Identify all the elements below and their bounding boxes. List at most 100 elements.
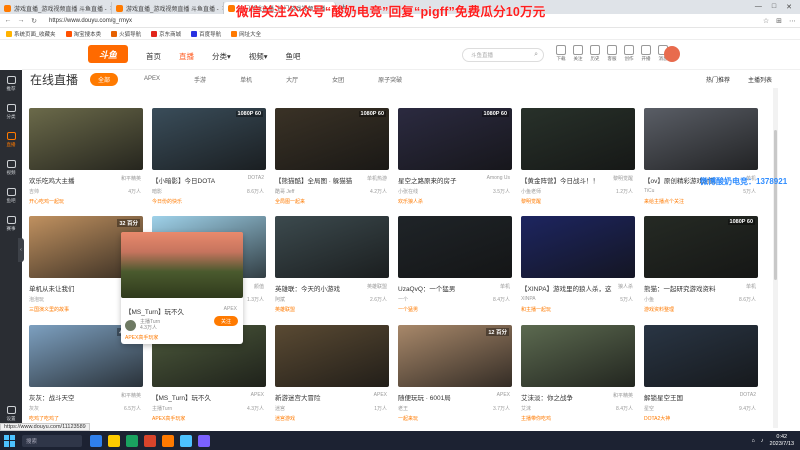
browser-tab[interactable]: 游戏直播_游戏视频直播 斗鱼直播 - ✕ xyxy=(112,2,224,14)
card-title[interactable]: 【XINPA】游戏里的狼人杀，这 xyxy=(521,283,612,293)
card-tag[interactable]: APEX高手玩家 xyxy=(152,415,266,422)
card-category[interactable]: APEX xyxy=(497,392,510,402)
card-title[interactable]: 【小暗影】今日DOTA xyxy=(152,175,215,185)
sidebar-item[interactable]: 赛事 xyxy=(6,216,16,232)
follow-button[interactable]: 关注 xyxy=(214,316,238,326)
live-room-card[interactable]: 艾沫淡：你之战争 和平精英 艾沫 8.4万人 主播带你吃鸡 xyxy=(521,325,635,422)
live-room-card[interactable]: 1080P 60 【熊猫酷】全局图 · 躲猫猫 单机热游 酷哥 Jeff 4.2万人 全局… xyxy=(275,108,389,205)
filter-chip[interactable]: 原子突破 xyxy=(370,73,410,86)
taskbar-app-icon[interactable] xyxy=(198,434,210,447)
stream-thumbnail[interactable]: 1080P 60 xyxy=(644,216,758,278)
search-input[interactable]: 斗鱼直播 ⌕ xyxy=(462,48,544,62)
card-author[interactable]: 小张在线 xyxy=(398,188,418,195)
taskbar-app-icon[interactable] xyxy=(180,434,192,447)
filter-chip[interactable]: 女团 xyxy=(324,73,352,86)
forward-icon[interactable]: → xyxy=(17,17,25,24)
card-category[interactable]: DOTA2 xyxy=(740,392,756,402)
sidebar-item[interactable]: 直播 xyxy=(6,132,16,148)
nav-item[interactable]: 首页 xyxy=(146,51,161,62)
card-author[interactable]: 一个 xyxy=(398,296,408,303)
stream-thumbnail[interactable]: 1080P 60 xyxy=(152,108,266,170)
hover-preview-thumb[interactable] xyxy=(121,232,243,298)
card-author[interactable]: 酷哥 Jeff xyxy=(275,188,294,195)
network-icon[interactable]: ⌂ xyxy=(751,438,754,444)
card-author[interactable]: 暗影 xyxy=(152,188,162,195)
live-room-card[interactable]: 1080P 60 星空之路原来的房子 Among Us 小张在线 3.5万人 欢乐狼人杀 xyxy=(398,108,512,205)
card-title[interactable]: 随便玩玩 · 6001局 xyxy=(398,392,451,402)
stream-thumbnail[interactable] xyxy=(644,108,758,170)
search-icon[interactable]: ⌕ xyxy=(534,51,538,59)
streamer-list-link[interactable]: 主播列表 xyxy=(748,75,772,84)
filter-chip[interactable]: 手游 xyxy=(186,73,214,86)
bookmark-item[interactable]: 百度导航 xyxy=(191,30,221,38)
bookmark-item[interactable]: 火狐导航 xyxy=(111,30,141,38)
card-title[interactable]: 新游迷宫大冒险 xyxy=(275,392,321,402)
filter-chip[interactable]: APEX xyxy=(136,74,168,84)
filter-chip[interactable]: 单机 xyxy=(232,73,260,86)
card-tag[interactable]: 和主播一起玩 xyxy=(521,306,635,313)
card-title[interactable]: 【黄金阵营】今日战斗！！ xyxy=(521,175,599,185)
clock[interactable]: 0:42 2023/7/13 xyxy=(770,434,794,448)
header-icon-item[interactable]: 关注 xyxy=(573,45,583,62)
card-title[interactable]: 【熊猫酷】全局图 · 躲猫猫 xyxy=(275,175,352,185)
card-tag[interactable]: 全局图一起来 xyxy=(275,198,389,205)
sidebar-collapse-icon[interactable]: ‹ xyxy=(18,238,24,262)
live-room-card[interactable]: 英雄联：今天的小游戏 英雄联盟 阿斌 2.6万人 英雄联盟 xyxy=(275,216,389,313)
card-author[interactable]: 老王 xyxy=(398,405,408,412)
card-title[interactable]: UzaQvQ：一个猛男 xyxy=(398,283,455,293)
live-room-card[interactable]: 1080P 60 【小暗影】今日DOTA DOTA2 暗影 8.6万人 今日份的快乐 xyxy=(152,108,266,205)
card-author[interactable]: XINPA xyxy=(521,296,536,303)
stream-thumbnail[interactable] xyxy=(521,108,635,170)
card-tag[interactable]: 一个猛男 xyxy=(398,306,512,313)
card-title[interactable]: 艾沫淡：你之战争 xyxy=(521,392,573,402)
card-category[interactable]: 单机 xyxy=(500,283,510,293)
site-logo[interactable]: 斗鱼 xyxy=(88,45,128,63)
stream-thumbnail[interactable]: 12 百分 xyxy=(398,325,512,387)
card-category[interactable]: 和平精英 xyxy=(121,392,141,402)
card-category[interactable]: 颜值 xyxy=(254,283,264,293)
url-input[interactable]: https://www.douyu.com/g_rmyx xyxy=(49,18,132,24)
stream-thumbnail[interactable] xyxy=(644,325,758,387)
live-room-card[interactable]: 新游迷宫大冒险 APEX 迷宫 1万人 迷宫游戏 xyxy=(275,325,389,422)
header-icon-item[interactable]: 历史 xyxy=(590,45,600,62)
scrollbar-thumb[interactable] xyxy=(774,130,777,280)
stream-thumbnail[interactable]: 1080P 60 xyxy=(398,108,512,170)
card-tag[interactable]: 开心吃鸡一起玩 xyxy=(29,198,143,205)
card-category[interactable]: Among Us xyxy=(487,175,510,185)
sidebar-settings[interactable]: 设置 xyxy=(6,406,16,422)
card-title[interactable]: 单机从未让我们 xyxy=(29,283,75,293)
stream-thumbnail[interactable] xyxy=(275,325,389,387)
taskbar-app-icon[interactable] xyxy=(144,434,156,447)
card-tag[interactable]: 一起来玩 xyxy=(398,415,512,422)
sidebar-item[interactable]: 分类 xyxy=(6,104,16,120)
card-author[interactable]: 吉帅 xyxy=(29,188,39,195)
extensions-icon[interactable]: ⊞ xyxy=(776,17,782,25)
card-category[interactable]: 黎明觉醒 xyxy=(613,175,633,185)
minimize-button[interactable]: — xyxy=(755,3,762,11)
card-title[interactable]: 星空之路原来的房子 xyxy=(398,175,457,185)
sidebar-item[interactable]: 鱼吧 xyxy=(6,188,16,204)
taskbar-app-icon[interactable] xyxy=(108,434,120,447)
browser-tab[interactable]: 游戏直播_游戏视频直播 斗鱼直播 - ✕ xyxy=(0,2,112,14)
card-tag[interactable]: 来给主播点个关注 xyxy=(644,198,758,205)
card-title[interactable]: 欢乐吃鸡大主播 xyxy=(29,175,75,185)
live-room-card[interactable]: 12 百分 随便玩玩 · 6001局 APEX 老王 3.7万人 一起来玩 xyxy=(398,325,512,422)
menu-icon[interactable]: ⋯ xyxy=(789,17,796,25)
bookmark-item[interactable]: 京东商城 xyxy=(151,30,181,38)
card-tag[interactable]: 游戏资料整理 xyxy=(644,306,758,313)
card-author[interactable]: 迷宫 xyxy=(275,405,285,412)
card-category[interactable]: 英雄联盟 xyxy=(367,283,387,293)
nav-item[interactable]: 分类▾ xyxy=(212,51,231,62)
close-window-button[interactable]: ✕ xyxy=(786,3,792,11)
nav-item[interactable]: 直播 xyxy=(179,51,194,62)
filter-chip[interactable]: 大厅 xyxy=(278,73,306,86)
stream-thumbnail[interactable] xyxy=(521,216,635,278)
live-room-card[interactable]: 1080P 60 熊猫：一起研究游戏资料 单机 小鱼 8.6万人 游戏资料整理 xyxy=(644,216,758,313)
start-icon[interactable] xyxy=(4,434,16,447)
card-category[interactable]: 和平精英 xyxy=(121,175,141,185)
card-author[interactable]: 主播Turn xyxy=(152,405,172,412)
card-author[interactable]: 灰灰 xyxy=(29,405,39,412)
live-room-card[interactable]: UzaQvQ：一个猛男 单机 一个 8.4万人 一个猛男 xyxy=(398,216,512,313)
card-tag[interactable]: 吃鸡了吃鸡了 xyxy=(29,415,143,422)
live-room-card[interactable]: 【黄金阵营】今日战斗！！ 黎明觉醒 小鱼老师 1.2万人 黎明觉醒 xyxy=(521,108,635,205)
